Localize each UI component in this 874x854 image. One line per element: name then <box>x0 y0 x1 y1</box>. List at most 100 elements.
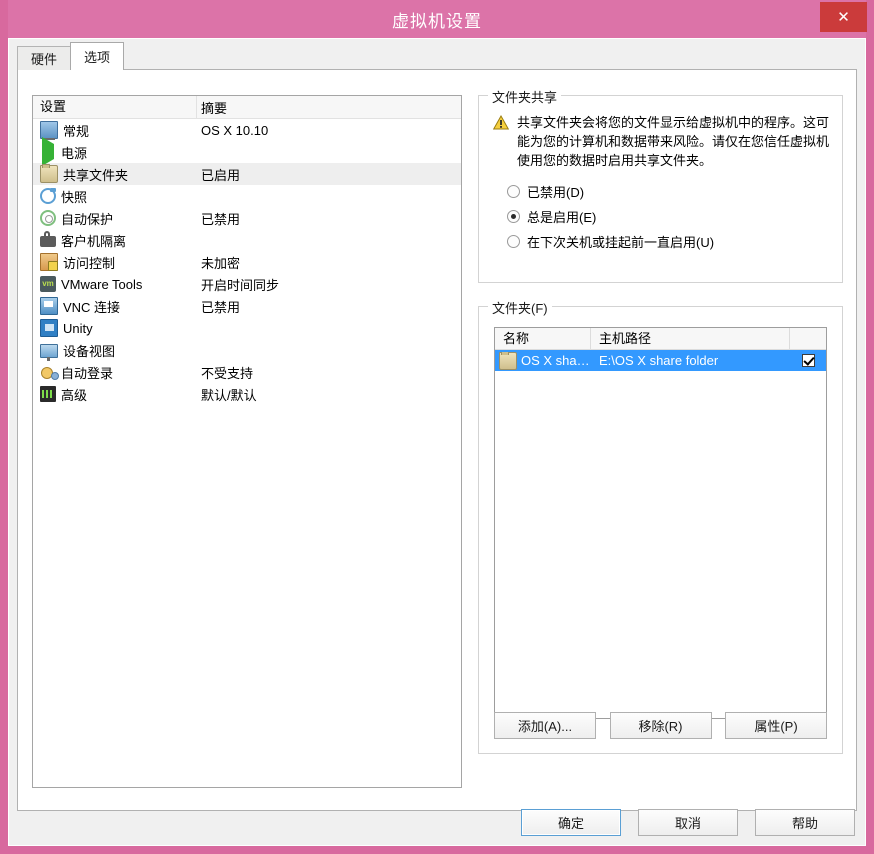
settings-row-label: 自动登录 <box>61 365 114 381</box>
row-label-cell: 客户机隔离 <box>33 231 197 250</box>
settings-row-summary: 已禁用 <box>201 299 241 315</box>
folders-column-enabled <box>790 328 826 349</box>
radio-label: 在下次关机或挂起前一直启用(U) <box>527 235 715 250</box>
folders-table-row[interactable]: OS X sha… E:\OS X share folder <box>495 350 826 371</box>
folders-column-name: 名称 <box>495 328 591 349</box>
settings-row-label: 电源 <box>61 145 88 161</box>
radio-indicator <box>507 235 520 248</box>
cancel-button[interactable]: 取消 <box>638 809 738 836</box>
settings-row-label: 访问控制 <box>63 255 116 271</box>
warning-triangle-icon <box>493 115 509 130</box>
settings-row-summary: 未加密 <box>201 255 241 271</box>
window-title: 虚拟机设置 <box>392 11 482 32</box>
row-label-cell: Unity <box>33 319 197 337</box>
radio-always-enabled[interactable]: 总是启用(E) <box>507 204 842 229</box>
settings-row-summary: 不受支持 <box>201 365 254 381</box>
settings-row-label: 客户机隔离 <box>61 233 127 249</box>
settings-row-summary: 默认/默认 <box>201 387 257 403</box>
close-icon[interactable]: ✕ <box>820 2 867 32</box>
tab-hardware[interactable]: 硬件 <box>17 46 72 70</box>
folder-path-cell: E:\OS X share folder <box>599 353 719 368</box>
vmware-tools-icon: vm <box>40 276 56 292</box>
folders-table[interactable]: 名称 主机路径 OS X sha… E:\OS X share folder <box>494 327 827 719</box>
folder-name-text: OS X sha… <box>521 353 590 368</box>
dialog-footer: 确定 取消 帮助 <box>521 809 855 836</box>
row-label-cell: 电源 <box>33 137 197 166</box>
settings-row-label: 共享文件夹 <box>63 167 129 183</box>
settings-row-general[interactable]: 常规 OS X 10.10 <box>33 119 461 141</box>
settings-row-label: Unity <box>63 320 93 336</box>
settings-row-label: VMware Tools <box>61 276 143 292</box>
settings-row-label: 常规 <box>63 123 90 139</box>
settings-row-label: 自动保护 <box>61 211 114 227</box>
radio-until-shutdown[interactable]: 在下次关机或挂起前一直启用(U) <box>507 229 842 254</box>
radio-indicator <box>507 210 520 223</box>
settings-row-vnc[interactable]: VNC 连接 已禁用 <box>33 295 461 317</box>
row-label-cell: 共享文件夹 <box>33 164 197 184</box>
folder-sharing-group-title: 文件夹共享 <box>488 87 562 106</box>
folder-name-cell: OS X sha… <box>495 351 591 370</box>
help-button[interactable]: 帮助 <box>755 809 855 836</box>
radio-label: 已禁用(D) <box>527 185 585 200</box>
tab-strip: 硬件 选项 <box>17 42 125 70</box>
vnc-icon <box>40 297 58 315</box>
ok-button[interactable]: 确定 <box>521 809 621 836</box>
radio-disabled[interactable]: 已禁用(D) <box>507 179 842 204</box>
device-view-icon <box>40 343 58 361</box>
remove-folder-button[interactable]: 移除(R) <box>609 712 712 739</box>
settings-row-access-control[interactable]: 访问控制 未加密 <box>33 251 461 273</box>
settings-row-unity[interactable]: Unity <box>33 317 461 339</box>
settings-row-summary: 已禁用 <box>201 211 241 227</box>
row-label-cell: 访问控制 <box>33 253 197 272</box>
snapshot-icon <box>40 188 56 204</box>
row-label-cell: 自动登录 <box>33 363 197 382</box>
folder-sharing-group: 文件夹共享 共享文件夹会将您的文件显示给虚拟机中的程序。这可能为您的计算机和数据… <box>478 87 843 283</box>
radio-label: 总是启用(E) <box>527 210 597 225</box>
settings-row-advanced[interactable]: 高级 默认/默认 <box>33 383 461 405</box>
sharing-warning: 共享文件夹会将您的文件显示给虚拟机中的程序。这可能为您的计算机和数据带来风险。请… <box>479 96 842 170</box>
settings-row-autoprotect[interactable]: 自动保护 已禁用 <box>33 207 461 229</box>
settings-row-vmware-tools[interactable]: vm VMware Tools 开启时间同步 <box>33 273 461 295</box>
settings-list[interactable]: 设置 摘要 常规 OS X 10.10 电源 共享文件夹 已启用 快照 自动保护… <box>32 95 462 788</box>
settings-row-summary: OS X 10.10 <box>201 122 269 138</box>
column-header-setting: 设置 <box>33 96 197 118</box>
settings-row-label: 设备视图 <box>63 343 116 359</box>
options-pane: 文件夹共享 共享文件夹会将您的文件显示给虚拟机中的程序。这可能为您的计算机和数据… <box>478 87 843 754</box>
settings-row-summary: 已启用 <box>201 167 241 183</box>
access-control-icon <box>40 253 58 271</box>
folders-group-title: 文件夹(F) <box>488 298 552 317</box>
folder-icon <box>499 351 517 370</box>
title-bar: 虚拟机设置 ✕ <box>8 0 867 38</box>
row-label-cell: 自动保护 <box>33 209 197 228</box>
settings-row-label: 快照 <box>61 189 88 205</box>
sharing-warning-text: 共享文件夹会将您的文件显示给虚拟机中的程序。这可能为您的计算机和数据带来风险。请… <box>517 115 830 168</box>
settings-row-snapshot[interactable]: 快照 <box>33 185 461 207</box>
unity-icon <box>40 319 58 337</box>
settings-row-shared-folders[interactable]: 共享文件夹 已启用 <box>33 163 461 185</box>
sharing-radio-group: 已禁用(D) 总是启用(E) 在下次关机或挂起前一直启用(U) <box>479 170 842 254</box>
advanced-icon <box>40 386 56 402</box>
folder-properties-button[interactable]: 属性(P) <box>725 712 827 739</box>
dialog-body: 硬件 选项 设置 摘要 常规 OS X 10.10 电源 共享文件夹 已启用 快… <box>8 38 866 846</box>
auto-login-icon <box>40 364 59 380</box>
autoprotect-icon <box>40 210 56 226</box>
settings-row-label: 高级 <box>61 387 88 403</box>
row-label-cell: 常规 <box>33 121 197 140</box>
settings-row-guest-isolation[interactable]: 客户机隔离 <box>33 229 461 251</box>
lock-icon <box>40 231 56 247</box>
settings-row-auto-login[interactable]: 自动登录 不受支持 <box>33 361 461 383</box>
settings-list-header: 设置 摘要 <box>33 96 461 119</box>
folders-column-path: 主机路径 <box>591 328 790 349</box>
folder-action-buttons: 添加(A)... 移除(R) 属性(P) <box>494 712 827 739</box>
folder-enabled-cell[interactable] <box>790 354 826 367</box>
power-play-icon <box>40 137 56 166</box>
folders-group: 文件夹(F) 名称 主机路径 OS X sha… E:\OS X share f… <box>478 298 843 754</box>
folder-icon <box>40 164 58 183</box>
folders-table-header: 名称 主机路径 <box>495 328 826 350</box>
tab-options[interactable]: 选项 <box>70 42 125 70</box>
add-folder-button[interactable]: 添加(A)... <box>494 712 596 739</box>
settings-row-power[interactable]: 电源 <box>33 137 461 166</box>
settings-row-device-view[interactable]: 设备视图 <box>33 339 461 361</box>
vm-settings-window: 虚拟机设置 ✕ 硬件 选项 设置 摘要 常规 OS X 10.10 电源 共享文… <box>0 0 874 854</box>
folder-enabled-checkbox[interactable] <box>801 354 815 367</box>
